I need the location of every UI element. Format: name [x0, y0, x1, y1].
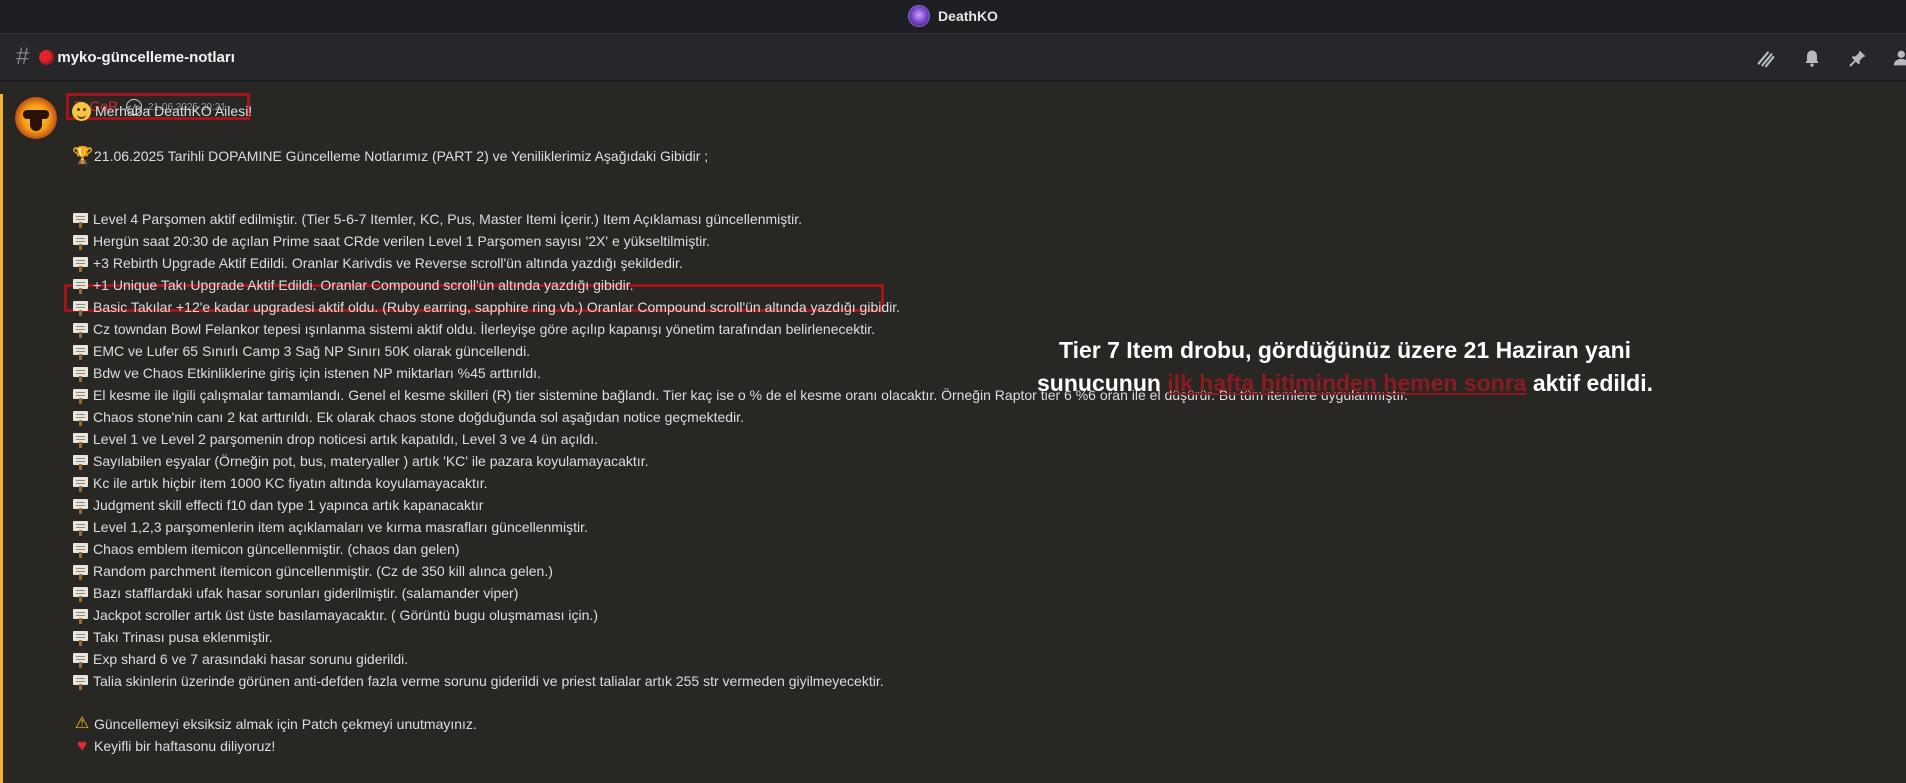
list-item: EMC ve Lufer 65 Sınırlı Camp 3 Sağ NP Sı… [72, 341, 530, 361]
footer-warning-text: Güncellemeyi eksiksiz almak için Patch ç… [94, 716, 477, 732]
list-item-text: +3 Rebirth Upgrade Aktif Edildi. Oranlar… [93, 255, 683, 271]
heading-line: 🏆 21.06.2025 Tarihli DOPAMINE Güncelleme… [72, 146, 708, 166]
scroll-emoji-icon [72, 453, 89, 470]
list-item-text: EMC ve Lufer 65 Sınırlı Camp 3 Sağ NP Sı… [93, 343, 531, 359]
list-item: Bdw ve Chaos Etkinliklerine giriş için i… [72, 363, 541, 383]
list-item: Exp shard 6 ve 7 arasındaki hasar sorunu… [72, 649, 408, 669]
scroll-emoji-icon [72, 409, 89, 426]
warning-icon: ⚠ [74, 715, 90, 732]
scroll-emoji-icon [72, 607, 89, 624]
list-item-text: Jackpot scroller artık üst üste basılama… [93, 607, 598, 623]
list-item: Takı Trinası pusa eklenmiştir. [72, 627, 273, 647]
list-item-text: Talia skinlerin üzerinde görünen anti-de… [93, 673, 884, 689]
annotation-line-2-end: aktif edildi. [1526, 370, 1653, 396]
list-item: Hergün saat 20:30 de açılan Prime saat C… [72, 231, 710, 251]
list-item: Level 1,2,3 parşomenlerin item açıklamal… [72, 517, 588, 537]
scroll-emoji-icon [72, 343, 89, 360]
footer-warning-line: ⚠ Güncellemeyi eksiksiz almak için Patch… [72, 714, 477, 734]
list-item: Judgment skill effecti f10 dan type 1 ya… [72, 495, 483, 515]
channel-name: myko-güncelleme-notları [57, 48, 235, 66]
scroll-emoji-icon [72, 277, 89, 294]
scroll-emoji-icon [72, 431, 89, 448]
greeting-line: Merhaba DeathKO Ailesi! [72, 101, 252, 121]
list-item-text: Kc ile artık hiçbir item 1000 KC fiyatın… [93, 475, 488, 491]
annotation-line-2-start: sunucunun [1037, 370, 1168, 396]
list-item: Bazı stafflardaki ufak hasar sorunları g… [72, 583, 518, 603]
greeting-text: Merhaba DeathKO Ailesi! [95, 103, 253, 119]
list-item-text: Takı Trinası pusa eklenmiştir. [93, 629, 273, 645]
footer-heart-line: ♥ Keyifli bir haftasonu diliyoruz! [72, 736, 275, 756]
scroll-emoji-icon [72, 585, 89, 602]
list-item: +3 Rebirth Upgrade Aktif Edildi. Oranlar… [72, 253, 683, 273]
scroll-emoji-icon [72, 541, 89, 558]
header-toolbar [1754, 46, 1906, 70]
list-item-text: Bdw ve Chaos Etkinliklerine giriş için i… [93, 365, 541, 381]
window-title: DeathKO [938, 8, 998, 24]
list-item-text: Chaos emblem itemicon güncellenmiştir. (… [93, 541, 460, 557]
list-item: Chaos emblem itemicon güncellenmiştir. (… [72, 539, 460, 559]
list-item-text: Level 1 ve Level 2 parşomenin drop notic… [93, 431, 599, 447]
smile-icon [72, 101, 91, 121]
scroll-emoji-icon [72, 387, 89, 404]
scroll-emoji-icon [72, 365, 89, 382]
scroll-emoji-icon [72, 497, 89, 514]
list-item: Talia skinlerin üzerinde görünen anti-de… [72, 671, 884, 691]
list-item-text: Level 1,2,3 parşomenlerin item açıklamal… [93, 519, 588, 535]
annotation-line-1: Tier 7 Item drobu, gördüğünüz üzere 21 H… [1058, 337, 1632, 363]
list-item: Level 4 Parşomen aktif edilmiştir. (Tier… [72, 209, 802, 229]
list-item: Kc ile artık hiçbir item 1000 KC fiyatın… [72, 473, 488, 493]
pin-icon[interactable] [1846, 46, 1870, 70]
list-item: Sayılabilen eşyalar (Örneğin pot, bus, m… [72, 451, 648, 471]
list-item: Basic Takılar +12'e kadar upgradesi akti… [72, 297, 900, 317]
list-item-text: Sayılabilen eşyalar (Örneğin pot, bus, m… [93, 453, 649, 469]
footer-heart-text: Keyifli bir haftasonu diliyoruz! [94, 738, 276, 754]
annotation-line-2: sunucunun ilk hafta bitiminden hemen son… [1015, 367, 1675, 400]
list-item: Cz towndan Bowl Felankor tepesi ışınlanm… [72, 319, 875, 339]
list-item-text: Chaos stone'nin canı 2 kat arttırıldı. E… [93, 409, 744, 425]
list-item-text: Level 4 Parşomen aktif edilmiştir. (Tier… [93, 211, 803, 227]
bell-icon[interactable] [1800, 46, 1824, 70]
list-item-text: Judgment skill effecti f10 dan type 1 ya… [93, 497, 484, 513]
scroll-emoji-icon [72, 255, 89, 272]
scroll-emoji-icon [72, 673, 89, 690]
annotation-red-text: ilk hafta bitiminden hemen sonra [1167, 370, 1527, 396]
scroll-emoji-icon [72, 651, 89, 668]
mention-highlight-bar [0, 94, 3, 783]
overlay-annotation: Tier 7 Item drobu, gördüğünüz üzere 21 H… [1015, 334, 1675, 400]
list-item-text: Basic Takılar +12'e kadar upgradesi akti… [93, 299, 901, 315]
app-logo-icon [908, 5, 931, 27]
scroll-emoji-icon [72, 629, 89, 646]
scroll-emoji-icon [72, 563, 89, 580]
list-item-text: Hergün saat 20:30 de açılan Prime saat C… [93, 233, 710, 249]
chat-area: ZaGoR </> 21.06.2025 20:21 Merhaba Death… [0, 82, 1906, 783]
list-item: Jackpot scroller artık üst üste basılama… [72, 605, 598, 625]
list-item-text: Exp shard 6 ve 7 arasındaki hasar sorunu… [93, 651, 409, 667]
list-item: Chaos stone'nin canı 2 kat arttırıldı. E… [72, 407, 744, 427]
list-item: +1 Unique Takı Upgrade Aktif Edildi. Ora… [72, 275, 634, 295]
scroll-emoji-icon [72, 211, 89, 228]
list-item: Level 1 ve Level 2 parşomenin drop notic… [72, 429, 598, 449]
heading-text: 21.06.2025 Tarihli DOPAMINE Güncelleme N… [94, 148, 709, 164]
channel-header: # myko-güncelleme-notları [0, 33, 1906, 81]
scroll-emoji-icon [72, 475, 89, 492]
scroll-emoji-icon [72, 299, 89, 316]
scroll-emoji-icon [72, 321, 89, 338]
list-item-text: +1 Unique Takı Upgrade Aktif Edildi. Ora… [93, 277, 634, 293]
list-item-text: Bazı stafflardaki ufak hasar sorunları g… [93, 585, 519, 601]
avatar[interactable] [15, 97, 57, 139]
members-icon[interactable] [1892, 46, 1906, 70]
list-item-text: Random parchment itemicon güncellenmişti… [93, 563, 553, 579]
window-titlebar: DeathKO [0, 0, 1906, 32]
trophy-icon: 🏆 [72, 146, 94, 165]
heart-icon: ♥ [76, 736, 88, 755]
hash-icon: # [16, 43, 30, 70]
scroll-emoji-icon [72, 519, 89, 536]
scroll-emoji-icon [72, 233, 89, 250]
list-item: Random parchment itemicon güncellenmişti… [72, 561, 553, 581]
red-circle-icon [39, 49, 55, 65]
list-item-text: Cz towndan Bowl Felankor tepesi ışınlanm… [93, 321, 876, 337]
threads-icon[interactable] [1754, 46, 1778, 70]
